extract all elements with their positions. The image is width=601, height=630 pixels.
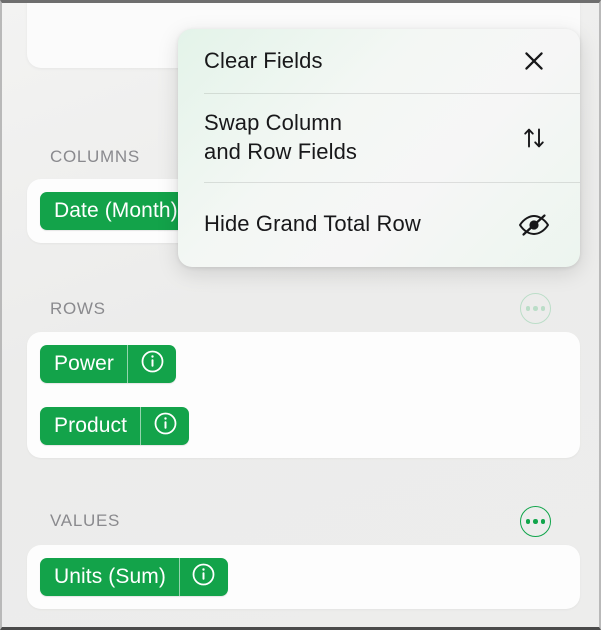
info-circle-icon — [140, 349, 165, 379]
field-pill-product[interactable]: Product — [40, 407, 190, 445]
field-info-button[interactable] — [180, 558, 228, 596]
section-label-columns: COLUMNS — [50, 147, 140, 166]
info-circle-icon — [191, 562, 216, 592]
menu-item-swap-column-and-row-fields[interactable]: Swap Column and Row Fields — [178, 93, 580, 182]
ellipsis-dot — [540, 306, 546, 311]
field-info-button[interactable] — [141, 407, 189, 445]
menu-item-label-line1: Swap Column — [204, 109, 343, 135]
section-label-values: VALUES — [50, 511, 121, 530]
field-pill-units-sum[interactable]: Units (Sum) — [40, 558, 228, 596]
field-pill-label: Product — [54, 414, 128, 437]
menu-item-label: Clear Fields — [204, 47, 323, 73]
eye-slash-icon — [514, 210, 554, 240]
field-pill-label: Units (Sum) — [54, 565, 166, 588]
field-options-popover-menu: Clear Fields Swap Column and Row Fields — [178, 29, 580, 267]
ellipsis-dot — [525, 306, 531, 311]
rows-more-button[interactable] — [520, 293, 551, 324]
values-more-button[interactable] — [520, 506, 551, 537]
menu-item-label-line2: and Row Fields — [204, 138, 358, 164]
ellipsis-dot — [540, 519, 546, 524]
swap-arrows-icon — [514, 123, 554, 153]
field-pill-label: Date (Month) — [54, 199, 178, 222]
menu-item-hide-grand-total-row[interactable]: Hide Grand Total Row — [178, 182, 580, 267]
rows-field-card: Power Product — [27, 332, 580, 458]
ellipsis-dot — [533, 519, 538, 524]
field-pill-power[interactable]: Power — [40, 345, 177, 383]
ellipsis-dot — [533, 306, 538, 311]
pivot-field-options-panel: COLUMNS Date (Month) ROWS Power Product … — [0, 0, 601, 630]
menu-item-label: Hide Grand Total Row — [204, 211, 421, 237]
menu-item-label: Swap Column and Row Fields — [204, 109, 357, 166]
menu-item-clear-fields[interactable]: Clear Fields — [178, 29, 580, 93]
close-icon — [514, 48, 554, 74]
field-info-button[interactable] — [128, 345, 176, 383]
ellipsis-dot — [525, 519, 531, 524]
values-field-card: Units (Sum) — [27, 545, 580, 609]
section-label-rows: ROWS — [50, 299, 106, 318]
field-pill-label: Power — [54, 352, 115, 375]
info-circle-icon — [153, 411, 178, 441]
